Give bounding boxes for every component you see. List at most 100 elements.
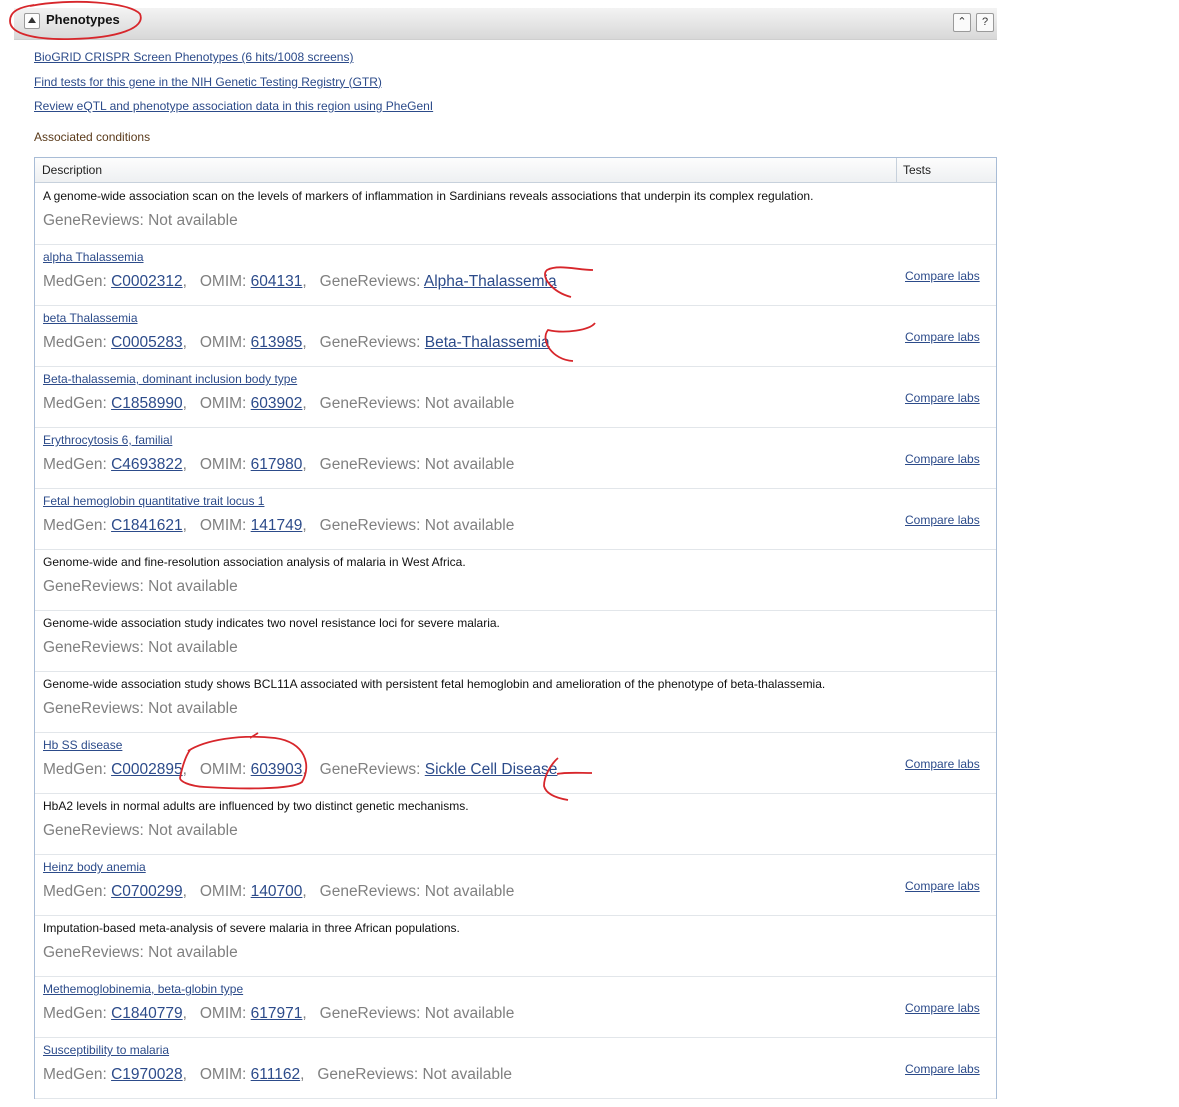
medgen-label: MedGen: xyxy=(43,395,107,412)
associated-conditions-label: Associated conditions xyxy=(34,130,151,144)
genereviews-label: GeneReviews: xyxy=(43,944,144,961)
condition-meta: MedGen: C0005283, OMIM: 613985, GeneRevi… xyxy=(43,334,550,351)
column-header-tests[interactable]: Tests xyxy=(903,163,931,177)
genereviews-link[interactable]: Alpha-Thalassemia xyxy=(424,273,557,290)
medgen-link[interactable]: C1840779 xyxy=(111,1005,183,1022)
genereviews-value: Not available xyxy=(148,578,238,595)
medgen-link[interactable]: C1841621 xyxy=(111,517,183,534)
compare-labs-link[interactable]: Compare labs xyxy=(905,757,980,771)
table-header: Description Tests xyxy=(35,158,996,183)
condition-link[interactable]: Beta-thalassemia, dominant inclusion bod… xyxy=(43,372,297,386)
column-divider xyxy=(896,158,897,182)
table-row: Genome-wide and fine-resolution associat… xyxy=(35,549,996,611)
genereviews-value: Not available xyxy=(148,212,238,229)
genereviews-value: Not available xyxy=(424,456,515,473)
omim-label: OMIM: xyxy=(199,761,247,778)
medgen-label: MedGen: xyxy=(43,517,107,534)
condition-link[interactable]: Methemoglobinemia, beta-globin type xyxy=(43,982,243,996)
omim-label: OMIM: xyxy=(199,1005,247,1022)
compare-labs-link[interactable]: Compare labs xyxy=(905,1001,980,1015)
medgen-link[interactable]: C0002312 xyxy=(111,273,183,290)
medgen-link[interactable]: C0005283 xyxy=(111,334,183,351)
table-row: Methemoglobinemia, beta-globin type MedGe… xyxy=(35,976,996,1038)
omim-link[interactable]: 603903 xyxy=(251,761,303,778)
medgen-link[interactable]: C0700299 xyxy=(111,883,183,900)
genereviews-link[interactable]: Sickle Cell Disease xyxy=(425,761,558,778)
condition-meta: GeneReviews: Not available xyxy=(43,822,238,840)
compare-labs-link[interactable]: Compare labs xyxy=(905,269,980,283)
omim-label: OMIM: xyxy=(199,456,247,473)
genereviews-value: Not available xyxy=(148,944,238,961)
condition-meta: MedGen: C1858990, OMIM: 603902, GeneRevi… xyxy=(43,395,515,412)
table-row: Hb SS disease MedGen: C0002895, OMIM: 603… xyxy=(35,732,996,794)
omim-label: OMIM: xyxy=(199,395,247,412)
genereviews-label: GeneReviews: xyxy=(319,273,421,290)
table-row: Genome-wide association study indicates … xyxy=(35,610,996,672)
compare-labs-link[interactable]: Compare labs xyxy=(905,391,980,405)
gtr-link[interactable]: Find tests for this gene in the NIH Gene… xyxy=(34,75,433,100)
condition-description: Imputation-based meta-analysis of severe… xyxy=(43,921,460,935)
omim-link[interactable]: 140700 xyxy=(251,883,303,900)
genereviews-label: GeneReviews: xyxy=(319,395,421,412)
omim-link[interactable]: 141749 xyxy=(251,517,303,534)
omim-link[interactable]: 611162 xyxy=(251,1066,300,1083)
omim-link[interactable]: 617980 xyxy=(251,456,303,473)
section-header: Phenotypes ⌃ ? xyxy=(14,8,997,40)
table-row: Genome-wide association study shows BCL1… xyxy=(35,671,996,733)
genereviews-label: GeneReviews: xyxy=(319,517,421,534)
medgen-label: MedGen: xyxy=(43,273,107,290)
condition-description: Genome-wide association study indicates … xyxy=(43,616,500,630)
compare-labs-link[interactable]: Compare labs xyxy=(905,452,980,466)
phegeni-link[interactable]: Review eQTL and phenotype association da… xyxy=(34,99,433,124)
omim-link[interactable]: 613985 xyxy=(251,334,303,351)
table-row: Fetal hemoglobin quantitative trait locu… xyxy=(35,488,996,550)
omim-link[interactable]: 617971 xyxy=(251,1005,303,1022)
medgen-label: MedGen: xyxy=(43,334,107,351)
genereviews-label: GeneReviews: xyxy=(43,700,144,717)
compare-labs-link[interactable]: Compare labs xyxy=(905,330,980,344)
genereviews-label: GeneReviews: xyxy=(319,334,421,351)
condition-meta: MedGen: C0700299, OMIM: 140700, GeneRevi… xyxy=(43,883,515,900)
condition-description: Genome-wide and fine-resolution associat… xyxy=(43,555,466,569)
biogrid-link[interactable]: BioGRID CRISPR Screen Phenotypes (6 hits… xyxy=(34,50,433,75)
condition-meta: GeneReviews: Not available xyxy=(43,700,238,718)
condition-link[interactable]: alpha Thalassemia xyxy=(43,250,144,264)
medgen-link[interactable]: C1970028 xyxy=(111,1066,183,1083)
omim-label: OMIM: xyxy=(199,334,247,351)
table-row: A genome-wide association scan on the le… xyxy=(35,183,996,245)
medgen-label: MedGen: xyxy=(43,761,107,778)
table-row: Beta-thalassemia, dominant inclusion bod… xyxy=(35,366,996,428)
medgen-label: MedGen: xyxy=(43,883,107,900)
genereviews-label: GeneReviews: xyxy=(319,883,421,900)
compare-labs-link[interactable]: Compare labs xyxy=(905,1062,980,1076)
condition-meta: GeneReviews: Not available xyxy=(43,212,238,230)
genereviews-link[interactable]: Beta-Thalassemia xyxy=(425,334,550,351)
omim-link[interactable]: 604131 xyxy=(251,273,303,290)
column-header-description[interactable]: Description xyxy=(42,163,102,177)
help-icon[interactable]: ? xyxy=(976,13,994,32)
table-row: Imputation-based meta-analysis of severe… xyxy=(35,915,996,977)
condition-link[interactable]: Fetal hemoglobin quantitative trait locu… xyxy=(43,494,264,508)
compare-labs-link[interactable]: Compare labs xyxy=(905,513,980,527)
genereviews-value: Not available xyxy=(422,1066,513,1083)
condition-meta: MedGen: C0002312, OMIM: 604131, GeneRevi… xyxy=(43,273,557,290)
condition-link[interactable]: beta Thalassemia xyxy=(43,311,138,325)
condition-link[interactable]: Hb SS disease xyxy=(43,738,122,752)
genereviews-value: Not available xyxy=(148,639,238,656)
condition-link[interactable]: Susceptibility to malaria xyxy=(43,1043,169,1057)
collapse-toggle-icon[interactable] xyxy=(24,13,40,29)
medgen-link[interactable]: C0002895 xyxy=(111,761,183,778)
table-row: alpha Thalassemia MedGen: C0002312, OMIM:… xyxy=(35,244,996,306)
chevron-double-up-icon[interactable]: ⌃ xyxy=(953,13,971,32)
medgen-link[interactable]: C1858990 xyxy=(111,395,183,412)
omim-link[interactable]: 603902 xyxy=(251,395,303,412)
compare-labs-link[interactable]: Compare labs xyxy=(905,879,980,893)
condition-link[interactable]: Erythrocytosis 6, familial xyxy=(43,433,172,447)
condition-link[interactable]: Heinz body anemia xyxy=(43,860,146,874)
condition-meta: MedGen: C1841621, OMIM: 141749, GeneRevi… xyxy=(43,517,515,534)
medgen-link[interactable]: C4693822 xyxy=(111,456,183,473)
table-row: beta Thalassemia MedGen: C0005283, OMIM: … xyxy=(35,305,996,367)
condition-description: A genome-wide association scan on the le… xyxy=(43,189,814,203)
condition-meta: MedGen: C1840779, OMIM: 617971, GeneRevi… xyxy=(43,1005,515,1022)
omim-label: OMIM: xyxy=(199,517,247,534)
